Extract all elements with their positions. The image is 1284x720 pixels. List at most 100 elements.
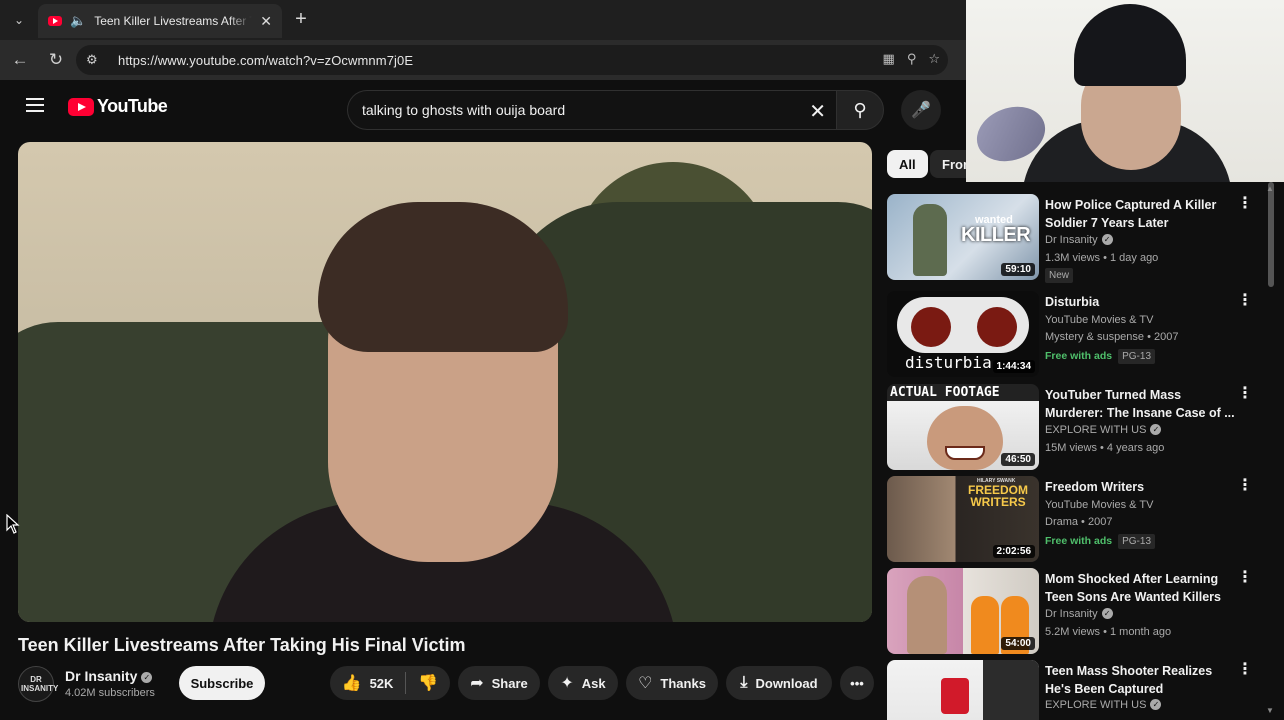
channel-name-link[interactable]: Dr Insanity [65,668,137,684]
more-vertical-icon[interactable]: ⋮ [1237,478,1253,494]
app-install-icon[interactable]: ▦ [883,51,895,67]
more-vertical-icon[interactable]: ⋮ [1237,662,1253,678]
rec-channel: EXPLORE WITH US ✓ [1045,424,1162,436]
address-bar[interactable]: ⚙ https://www.youtube.com/watch?v=zOcwmn… [76,45,948,75]
video-title: Teen Killer Livestreams After Taking His… [18,635,466,655]
rating-badge: PG-13 [1118,534,1156,549]
video-thumbnail[interactable]: 54:00 [887,568,1039,654]
more-vertical-icon[interactable]: ⋮ [1237,293,1253,309]
thumbnail-lens-left [911,307,951,347]
rec-title[interactable]: How Police Captured A Killer Soldier 7 Y… [1045,196,1235,232]
tab-list-chevron-icon[interactable]: ⌄ [6,8,32,32]
video-thumbnail[interactable] [887,660,1039,720]
video-thumbnail[interactable]: disturbia 1:44:34 [887,291,1039,377]
rec-channel-link[interactable]: Dr Insanity [1045,234,1098,246]
more-vertical-icon[interactable]: ⋮ [1237,386,1253,402]
search-button[interactable]: ⚲ [836,90,884,130]
rec-channel[interactable]: YouTube Movies & TV [1045,314,1153,326]
youtube-favicon-icon [48,16,62,26]
youtube-play-logo-icon [68,97,94,116]
youtube-logo[interactable]: YouTube [68,96,168,117]
reload-icon[interactable]: ↻ [44,49,68,71]
rec-title[interactable]: Disturbia [1045,293,1235,311]
download-button[interactable]: ⤓ Download [726,666,832,700]
thumbs-up-icon[interactable]: 👍 [342,673,362,693]
mouse-cursor-icon [6,514,20,534]
search-input[interactable] [362,102,792,118]
verified-check-icon: ✓ [1101,234,1113,245]
recommendation-item[interactable]: Teen Mass Shooter Realizes He's Been Cap… [887,660,1267,720]
clear-search-icon[interactable]: ✕ [809,99,826,124]
video-thumbnail[interactable]: wanted KILLER 59:10 [887,194,1039,280]
thumbnail-inmate-1 [971,596,999,654]
subscribe-button[interactable]: Subscribe [179,666,265,700]
more-actions-button[interactable]: ••• [840,666,874,700]
zoom-icon[interactable]: ⚲ [907,51,917,67]
ask-button[interactable]: ✦ Ask [548,666,618,700]
recommendation-item[interactable]: ACTUAL FOOTAGE 46:50 YouTuber Turned Mas… [887,384,1267,470]
new-badge: New [1045,268,1074,283]
scroll-up-icon[interactable]: ▲ [1266,184,1274,193]
back-arrow-icon[interactable]: ← [8,49,32,71]
webcam-person-beanie [1074,4,1186,86]
super-thanks-icon: ♡ [638,675,653,692]
rec-title[interactable]: Freedom Writers [1045,478,1235,496]
verified-check-icon: ✓ [1150,424,1162,435]
rec-title[interactable]: Mom Shocked After Learning Teen Sons Are… [1045,570,1235,606]
channel-avatar[interactable]: DR INSANITY [18,666,58,702]
bookmark-star-icon[interactable]: ☆ [928,51,940,67]
rating-badge: PG-13 [1118,349,1156,364]
close-tab-icon[interactable]: ✕ [260,13,272,30]
chip-all[interactable]: All [887,150,928,178]
thanks-button[interactable]: ♡ Thanks [626,666,718,700]
search-icon: ⚲ [853,99,867,120]
free-with-ads-badge: Free with ads [1045,350,1113,362]
rec-channel[interactable]: YouTube Movies & TV [1045,499,1153,511]
verified-check-icon: ✓ [141,672,153,683]
voice-search-mic-icon[interactable]: 🎤 [901,90,941,130]
url-text[interactable]: https://www.youtube.com/watch?v=zOcwmnm7… [118,53,413,68]
thanks-label: Thanks [660,675,706,691]
free-with-ads-badge: Free with ads [1045,535,1113,547]
video-thumbnail[interactable]: HILARY SWANK FREEDOM WRITERS 2:02:56 [887,476,1039,562]
download-label: Download [755,675,818,691]
recommendation-item[interactable]: HILARY SWANK FREEDOM WRITERS 2:02:56 Fre… [887,476,1267,562]
browser-tab-active[interactable]: 🔈 Teen Killer Livestreams After Taking H… [38,4,282,38]
share-button[interactable]: ➦ Share [458,666,540,700]
verified-check-icon: ✓ [1150,699,1162,710]
thumbnail-lens-right [977,307,1017,347]
more-horizontal-icon: ••• [850,675,864,691]
sidebar-scrollbar[interactable] [1268,182,1274,287]
rec-channel: Dr Insanity ✓ [1045,234,1113,246]
rec-channel-link[interactable]: EXPLORE WITH US [1045,699,1146,711]
like-count[interactable]: 52K [370,676,394,691]
site-info-icon[interactable]: ⚙ [86,52,106,68]
more-vertical-icon[interactable]: ⋮ [1237,570,1253,586]
rec-stats: Drama • 2007 [1045,516,1113,528]
recommendation-item[interactable]: disturbia 1:44:34 Disturbia YouTube Movi… [887,291,1267,377]
video-thumbnail[interactable]: ACTUAL FOOTAGE 46:50 [887,384,1039,470]
video-player[interactable] [18,142,872,622]
rec-channel: EXPLORE WITH US ✓ [1045,699,1162,711]
thumbnail-caption: FREEDOM WRITERS [968,483,1028,509]
thumbnail-soldier [913,204,947,276]
channel-name[interactable]: Dr Insanity ✓ [65,668,153,684]
more-vertical-icon[interactable]: ⋮ [1237,196,1253,212]
recommendation-item[interactable]: wanted KILLER 59:10 How Police Captured … [887,194,1267,283]
rec-stats: 1.3M views • 1 day ago [1045,252,1159,264]
sparkle-icon: ✦ [560,675,574,692]
new-tab-button[interactable]: + [290,8,312,32]
rec-channel-link[interactable]: EXPLORE WITH US [1045,424,1146,436]
recommendation-item[interactable]: 54:00 Mom Shocked After Learning Teen So… [887,568,1267,654]
thumbs-down-icon[interactable]: 👎 [418,673,438,693]
ask-label: Ask [581,675,606,691]
rec-title[interactable]: YouTuber Turned Mass Murderer: The Insan… [1045,386,1235,422]
rec-title[interactable]: Teen Mass Shooter Realizes He's Been Cap… [1045,662,1235,698]
logo-text: YouTube [97,96,168,116]
scroll-down-icon[interactable]: ▼ [1266,706,1274,715]
speaker-icon[interactable]: 🔈 [70,13,86,29]
rec-channel-link[interactable]: Dr Insanity [1045,608,1098,620]
search-box: ✕ [347,90,836,130]
menu-icon[interactable] [26,98,44,112]
rec-stats: Mystery & suspense • 2007 [1045,331,1179,343]
